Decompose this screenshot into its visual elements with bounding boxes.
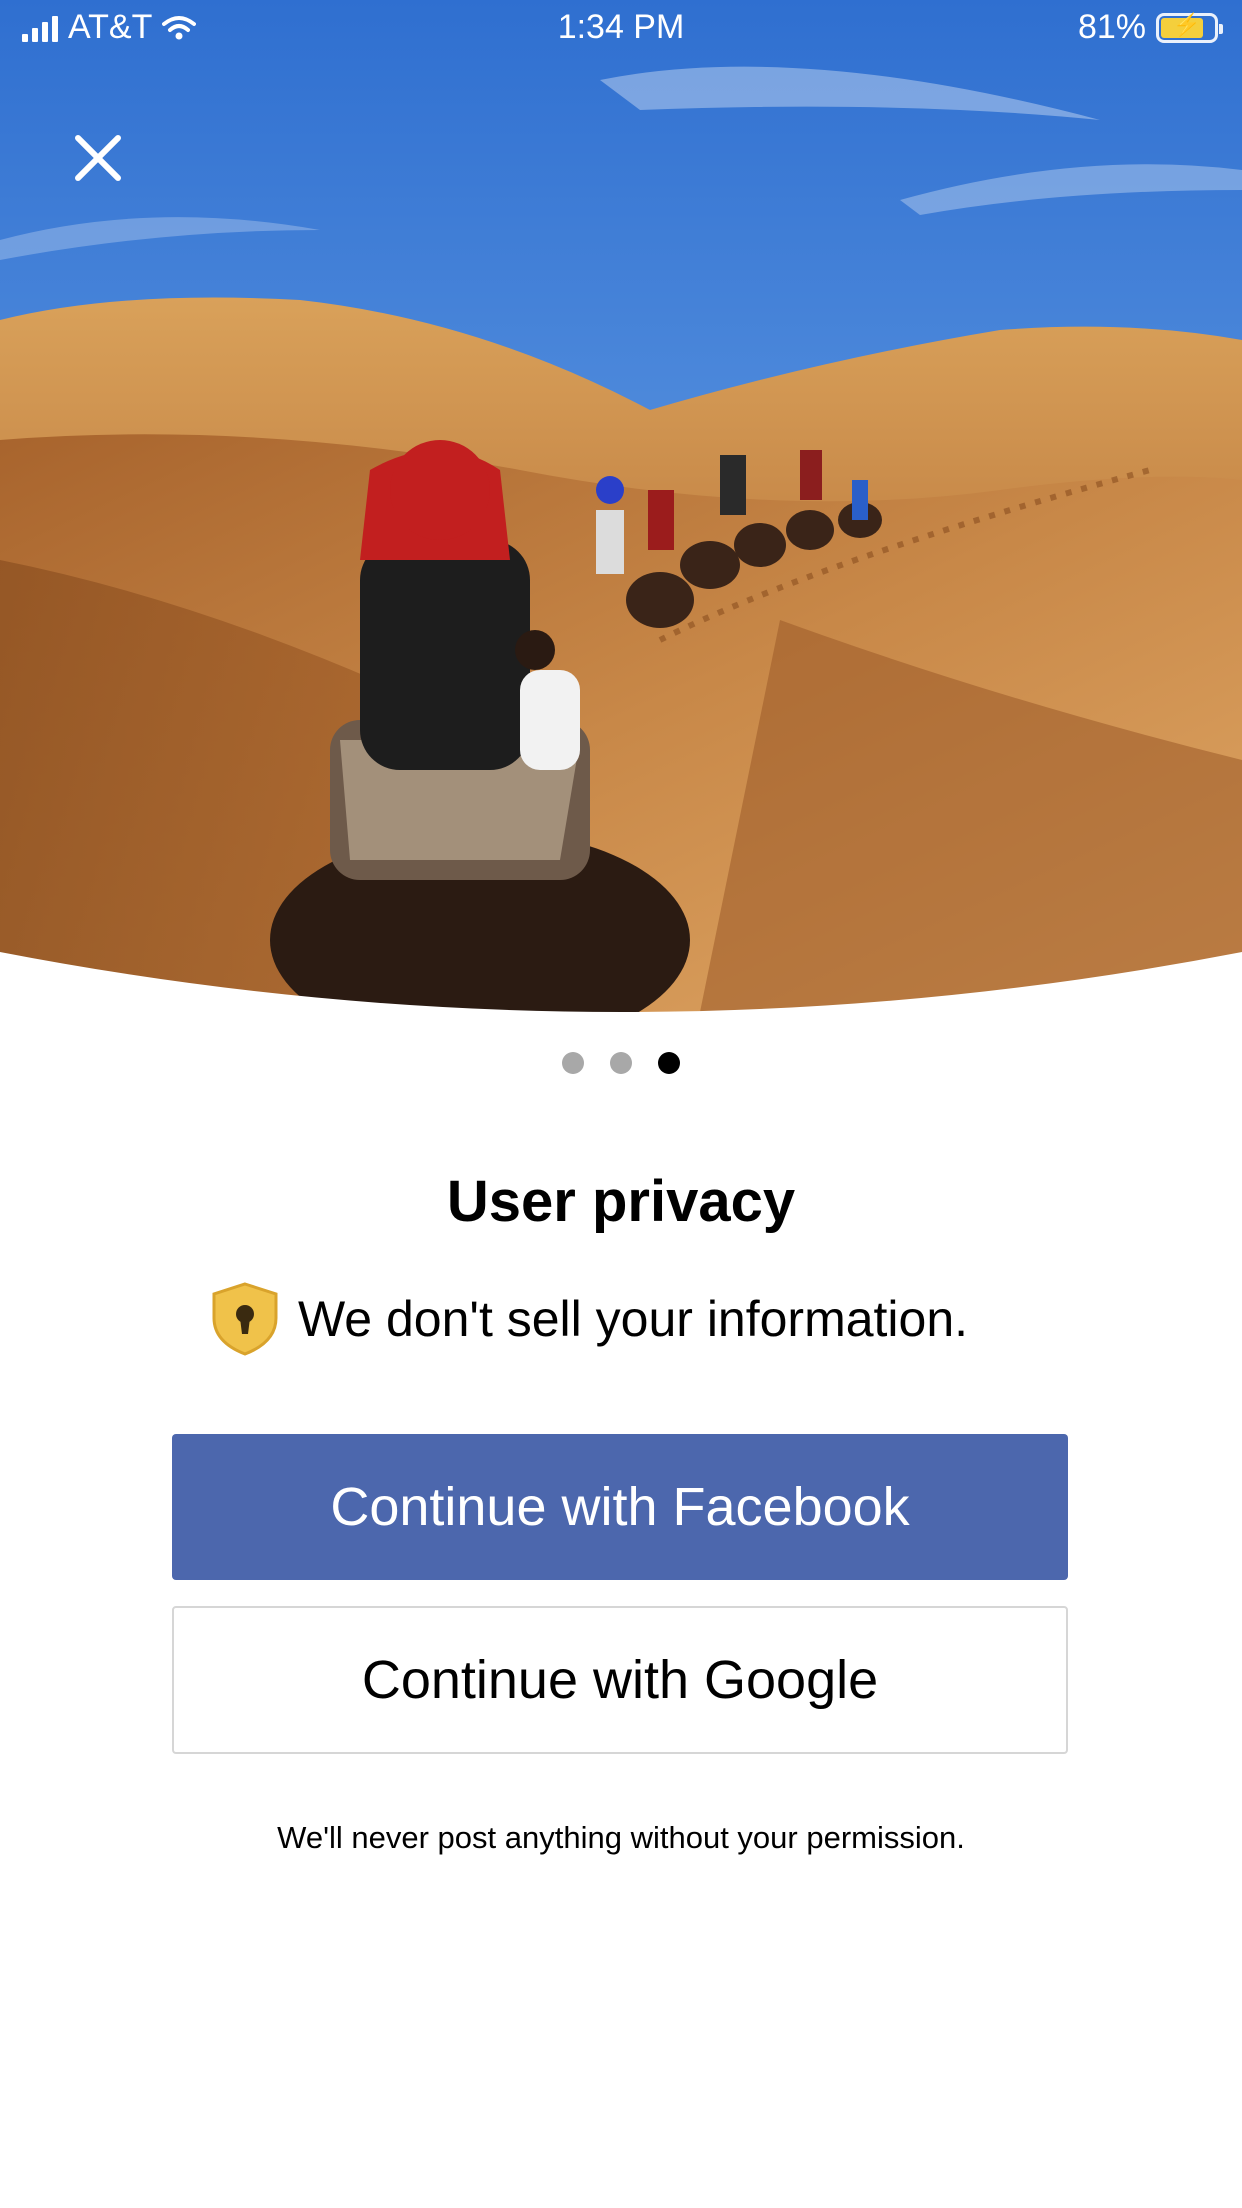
status-time: 1:34 PM: [557, 8, 685, 46]
continue-with-facebook-button[interactable]: Continue with Facebook: [172, 1434, 1068, 1580]
page-title: User privacy: [446, 1169, 796, 1234]
page-indicator: [0, 1052, 1242, 1074]
privacy-text: We don't sell your information.: [298, 1291, 969, 1347]
charging-bolt-icon: ⚡: [1173, 11, 1201, 37]
battery-icon: ⚡: [1156, 11, 1223, 43]
page-dot-1[interactable]: [562, 1052, 584, 1074]
facebook-button-label: Continue with Facebook: [330, 1477, 910, 1537]
onboarding-screen: AT&T 1:34 PM 81% ⚡ User privacy We don't…: [0, 0, 1242, 2208]
shield-lock-icon: [212, 1282, 278, 1356]
status-bar: AT&T 1:34 PM 81% ⚡: [0, 0, 1242, 50]
privacy-statement: We don't sell your information.: [206, 1280, 968, 1358]
google-button-label: Continue with Google: [361, 1650, 879, 1710]
permission-note: We'll never post anything without your p…: [277, 1820, 965, 1855]
hero-image: [0, 0, 1242, 1012]
page-dot-2[interactable]: [610, 1052, 632, 1074]
close-button[interactable]: [68, 128, 128, 188]
battery-percent: 81%: [1077, 8, 1146, 46]
status-right: 81% ⚡: [1077, 8, 1223, 47]
page-dot-3[interactable]: [658, 1052, 680, 1074]
continue-with-google-button[interactable]: Continue with Google: [172, 1606, 1068, 1754]
close-icon: [75, 135, 121, 181]
desert-caravan-illustration: [0, 0, 1242, 1012]
